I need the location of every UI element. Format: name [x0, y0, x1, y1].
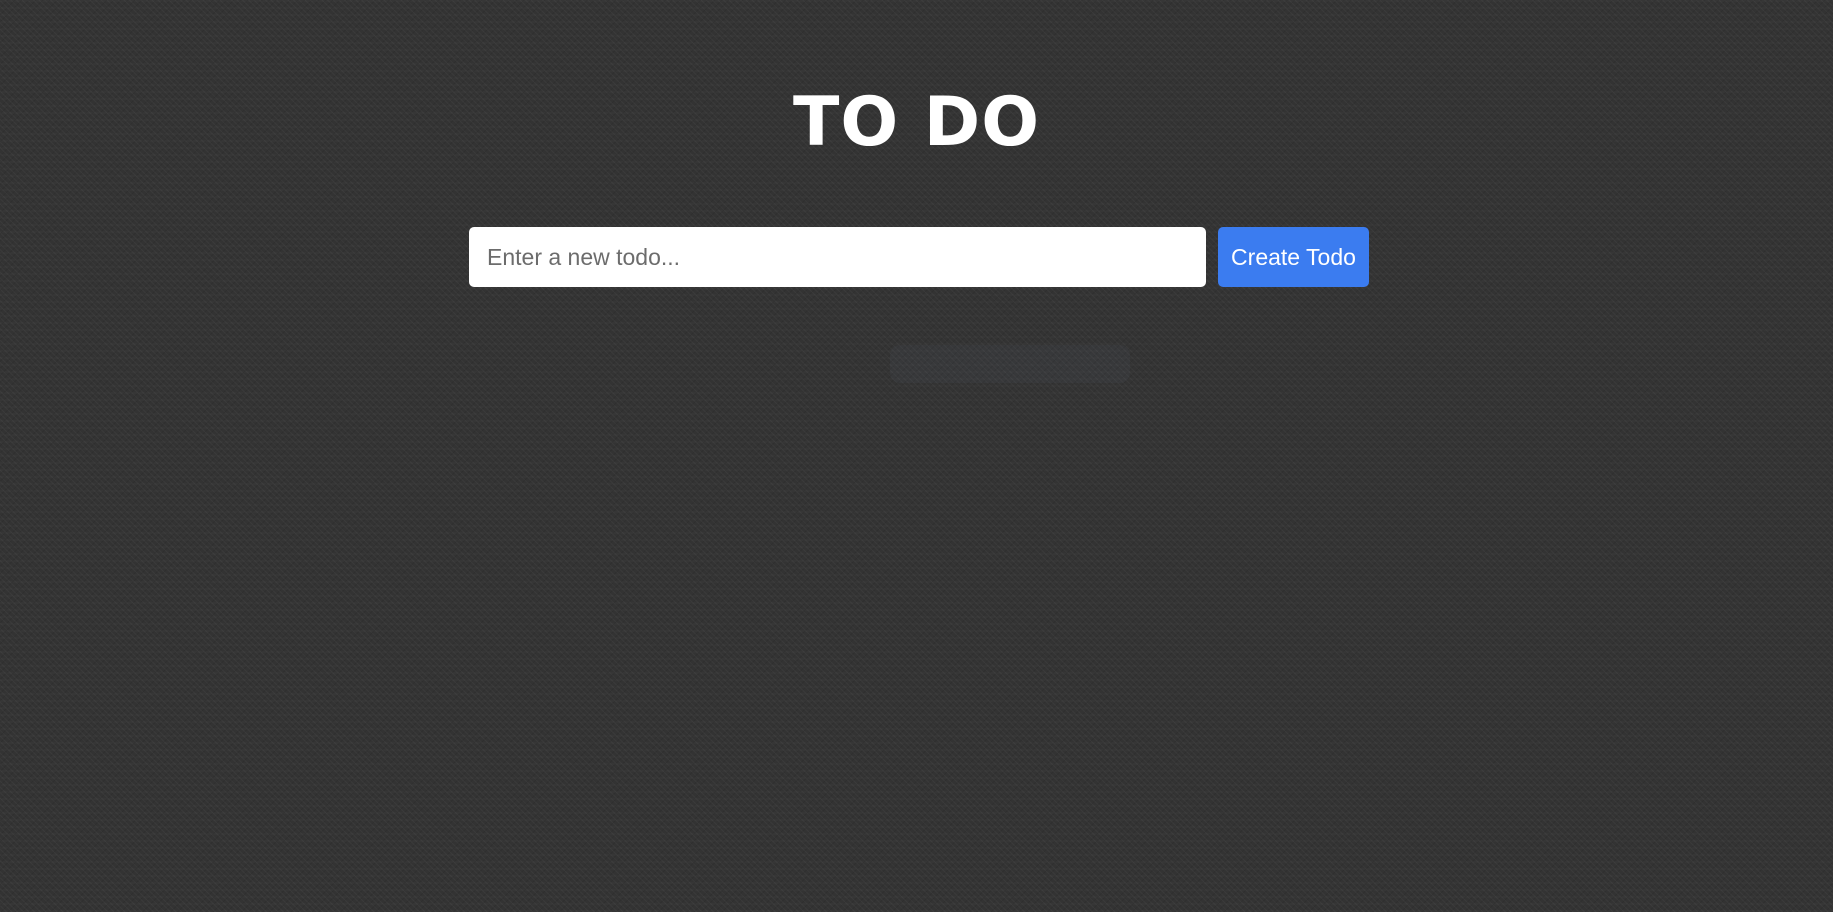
page-title: TO DO [792, 83, 1041, 162]
todo-form: Create Todo [469, 227, 1369, 287]
background-decoration [890, 345, 1130, 383]
create-todo-button[interactable]: Create Todo [1218, 227, 1369, 287]
new-todo-input[interactable] [469, 227, 1206, 287]
